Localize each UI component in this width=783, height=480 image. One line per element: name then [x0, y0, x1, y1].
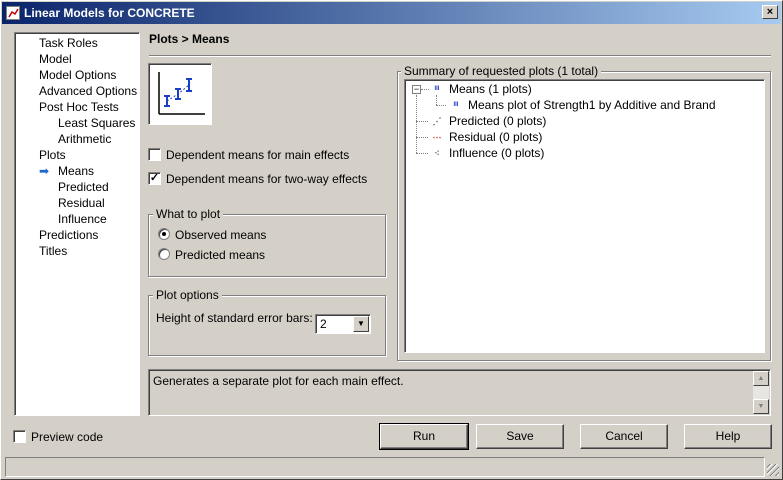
means-plot-preview [148, 63, 212, 125]
tree-connector [436, 95, 437, 105]
nav-item-post-hoc-tests[interactable]: Post Hoc Tests [39, 100, 119, 114]
nav-item-influence[interactable]: Influence [58, 212, 107, 226]
nav-item-model[interactable]: Model [39, 52, 72, 66]
help-button[interactable]: Help [684, 424, 772, 449]
main-effects-label: Dependent means for main effects [166, 148, 350, 162]
two-way-effects-label: Dependent means for two-way effects [166, 172, 368, 186]
summary-legend: Summary of requested plots (1 total) [401, 64, 602, 78]
nav-item-model-options[interactable]: Model Options [39, 68, 116, 82]
nav-item-task-roles[interactable]: Task Roles [39, 36, 98, 50]
tree-item-means-plot[interactable]: Means plot of Strength1 by Additive and … [468, 98, 716, 112]
means-plot-icon: ᴵᴵᴵ [434, 84, 440, 94]
what-to-plot-legend: What to plot [153, 207, 224, 221]
tree-connector [436, 105, 446, 106]
tree-connector [416, 153, 428, 154]
window-title: Linear Models for CONCRETE [24, 6, 195, 20]
nav-panel: Task Roles Model Model Options Advanced … [14, 32, 140, 416]
nav-item-predictions[interactable]: Predictions [39, 228, 98, 242]
scroll-down-icon[interactable]: ▼ [753, 399, 769, 414]
two-way-effects-checkbox[interactable]: ✓ [148, 172, 161, 185]
scroll-up-icon[interactable]: ▲ [753, 371, 769, 386]
description-scrollbar[interactable]: ▲ ▼ [753, 371, 769, 414]
tree-item-predicted[interactable]: Predicted (0 plots) [449, 114, 546, 128]
means-plot-icon [158, 72, 205, 115]
observed-means-radio[interactable] [158, 228, 170, 240]
residual-plot-icon: ⋯ [432, 132, 442, 142]
nav-item-arithmetic[interactable]: Arithmetic [58, 132, 111, 146]
tree-connector [421, 89, 429, 90]
resize-grip-icon[interactable] [767, 464, 779, 476]
error-bar-height-label: Height of standard error bars: [156, 311, 313, 325]
tree-item-residual[interactable]: Residual (0 plots) [449, 130, 542, 144]
nav-item-residual[interactable]: Residual [58, 196, 105, 210]
error-bar-height-select[interactable]: 2 ▼ [315, 314, 371, 334]
predicted-plot-icon: ⋰ [432, 116, 442, 126]
predicted-means-label: Predicted means [175, 248, 266, 262]
save-button[interactable]: Save [476, 424, 564, 449]
title-bar: Linear Models for CONCRETE × [2, 2, 781, 24]
collapse-icon[interactable]: − [412, 85, 421, 94]
cancel-button[interactable]: Cancel [580, 424, 668, 449]
error-bar-height-value: 2 [320, 317, 327, 331]
nav-item-plots[interactable]: Plots [39, 148, 66, 162]
what-to-plot-group [148, 214, 386, 277]
page-title: Plots > Means [149, 32, 230, 46]
preview-code-checkbox[interactable] [13, 430, 26, 443]
description-text: Generates a separate plot for each main … [153, 374, 404, 388]
radio-selected-dot [162, 232, 166, 236]
means-plot-icon: ᴵᴵᴵ [453, 100, 459, 110]
tree-item-means[interactable]: Means (1 plots) [449, 82, 532, 96]
tree-connector [416, 137, 428, 138]
tree-connector [416, 95, 417, 153]
influence-plot-icon: ⁖ [434, 148, 440, 158]
nav-item-predicted[interactable]: Predicted [58, 180, 109, 194]
run-button[interactable]: Run [379, 423, 469, 450]
chevron-down-icon[interactable]: ▼ [353, 316, 369, 332]
predicted-means-radio[interactable] [158, 248, 170, 260]
description-panel: Generates a separate plot for each main … [148, 369, 771, 416]
selected-arrow-icon: ➡ [39, 164, 50, 178]
nav-item-advanced-options[interactable]: Advanced Options [39, 84, 137, 98]
tree-connector [416, 121, 428, 122]
preview-code-label: Preview code [31, 430, 104, 444]
close-button[interactable]: × [762, 5, 778, 19]
nav-item-titles[interactable]: Titles [39, 244, 67, 258]
nav-item-means[interactable]: Means [58, 164, 94, 178]
app-icon [6, 6, 20, 20]
status-bar [5, 457, 765, 477]
observed-means-label: Observed means [175, 228, 267, 242]
tree-item-influence[interactable]: Influence (0 plots) [449, 146, 544, 160]
dialog-window: Linear Models for CONCRETE × Task Roles … [0, 0, 783, 480]
main-effects-checkbox[interactable] [148, 148, 161, 161]
plot-options-legend: Plot options [153, 288, 222, 302]
header-divider [149, 55, 771, 57]
nav-item-least-squares[interactable]: Least Squares [58, 116, 135, 130]
